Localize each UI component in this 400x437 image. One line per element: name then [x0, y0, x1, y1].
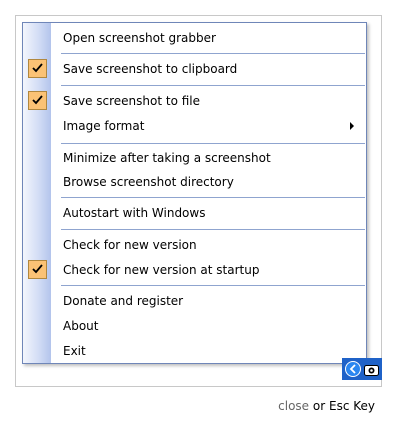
menu-separator — [61, 285, 365, 286]
menu-separator — [61, 143, 365, 144]
menu-item-label: Open screenshot grabber — [63, 31, 216, 45]
menu-item-check-new-version[interactable]: Check for new version — [23, 233, 366, 257]
menu-item-save-to-file[interactable]: Save screenshot to file — [23, 89, 366, 113]
menu-item-about[interactable]: About — [23, 314, 366, 338]
menu-item-check-version-startup[interactable]: Check for new version at startup — [23, 258, 366, 282]
menu-separator — [61, 197, 365, 198]
checkmark-icon — [28, 91, 47, 110]
menu-separator — [61, 85, 365, 86]
menu-item-label: Check for new version at startup — [63, 263, 260, 277]
menu-item-autostart[interactable]: Autostart with Windows — [23, 201, 366, 225]
menu-item-label: Donate and register — [63, 294, 184, 308]
menu-item-label: Exit — [63, 344, 86, 358]
tray-app-icon[interactable] — [345, 361, 361, 377]
menu-item-donate-register[interactable]: Donate and register — [23, 289, 366, 313]
close-link[interactable]: close — [278, 399, 309, 413]
close-hint-or: or — [309, 399, 329, 413]
esc-key-label: Esc Key — [328, 399, 375, 413]
menu-separator — [61, 229, 365, 230]
menu-separator — [61, 53, 365, 54]
menu-item-open-screenshot-grabber[interactable]: Open screenshot grabber — [23, 26, 366, 50]
menu-item-label: Browse screenshot directory — [63, 175, 234, 189]
menu-item-label: Save screenshot to file — [63, 94, 201, 108]
menu-item-exit[interactable]: Exit — [23, 339, 366, 363]
menu-item-label: Autostart with Windows — [63, 206, 206, 220]
context-menu: Open screenshot grabber Save screenshot … — [22, 22, 367, 364]
checkmark-icon — [28, 59, 47, 78]
camera-icon[interactable] — [364, 362, 379, 376]
menu-item-label: Minimize after taking a screenshot — [63, 151, 271, 165]
menu-item-minimize-after-screenshot[interactable]: Minimize after taking a screenshot — [23, 146, 366, 170]
menu-item-browse-directory[interactable]: Browse screenshot directory — [23, 170, 366, 194]
menu-item-save-to-clipboard[interactable]: Save screenshot to clipboard — [23, 57, 366, 81]
menu-item-label: Check for new version — [63, 238, 197, 252]
menu-item-label: Save screenshot to clipboard — [63, 62, 238, 76]
system-tray — [342, 358, 382, 380]
menu-item-label: Image format — [63, 119, 145, 133]
menu-item-label: About — [63, 319, 99, 333]
menu-item-image-format[interactable]: Image format — [23, 114, 366, 138]
close-hint: close or Esc Key — [278, 399, 375, 413]
submenu-arrow-icon — [350, 122, 354, 130]
checkmark-icon — [28, 260, 47, 279]
